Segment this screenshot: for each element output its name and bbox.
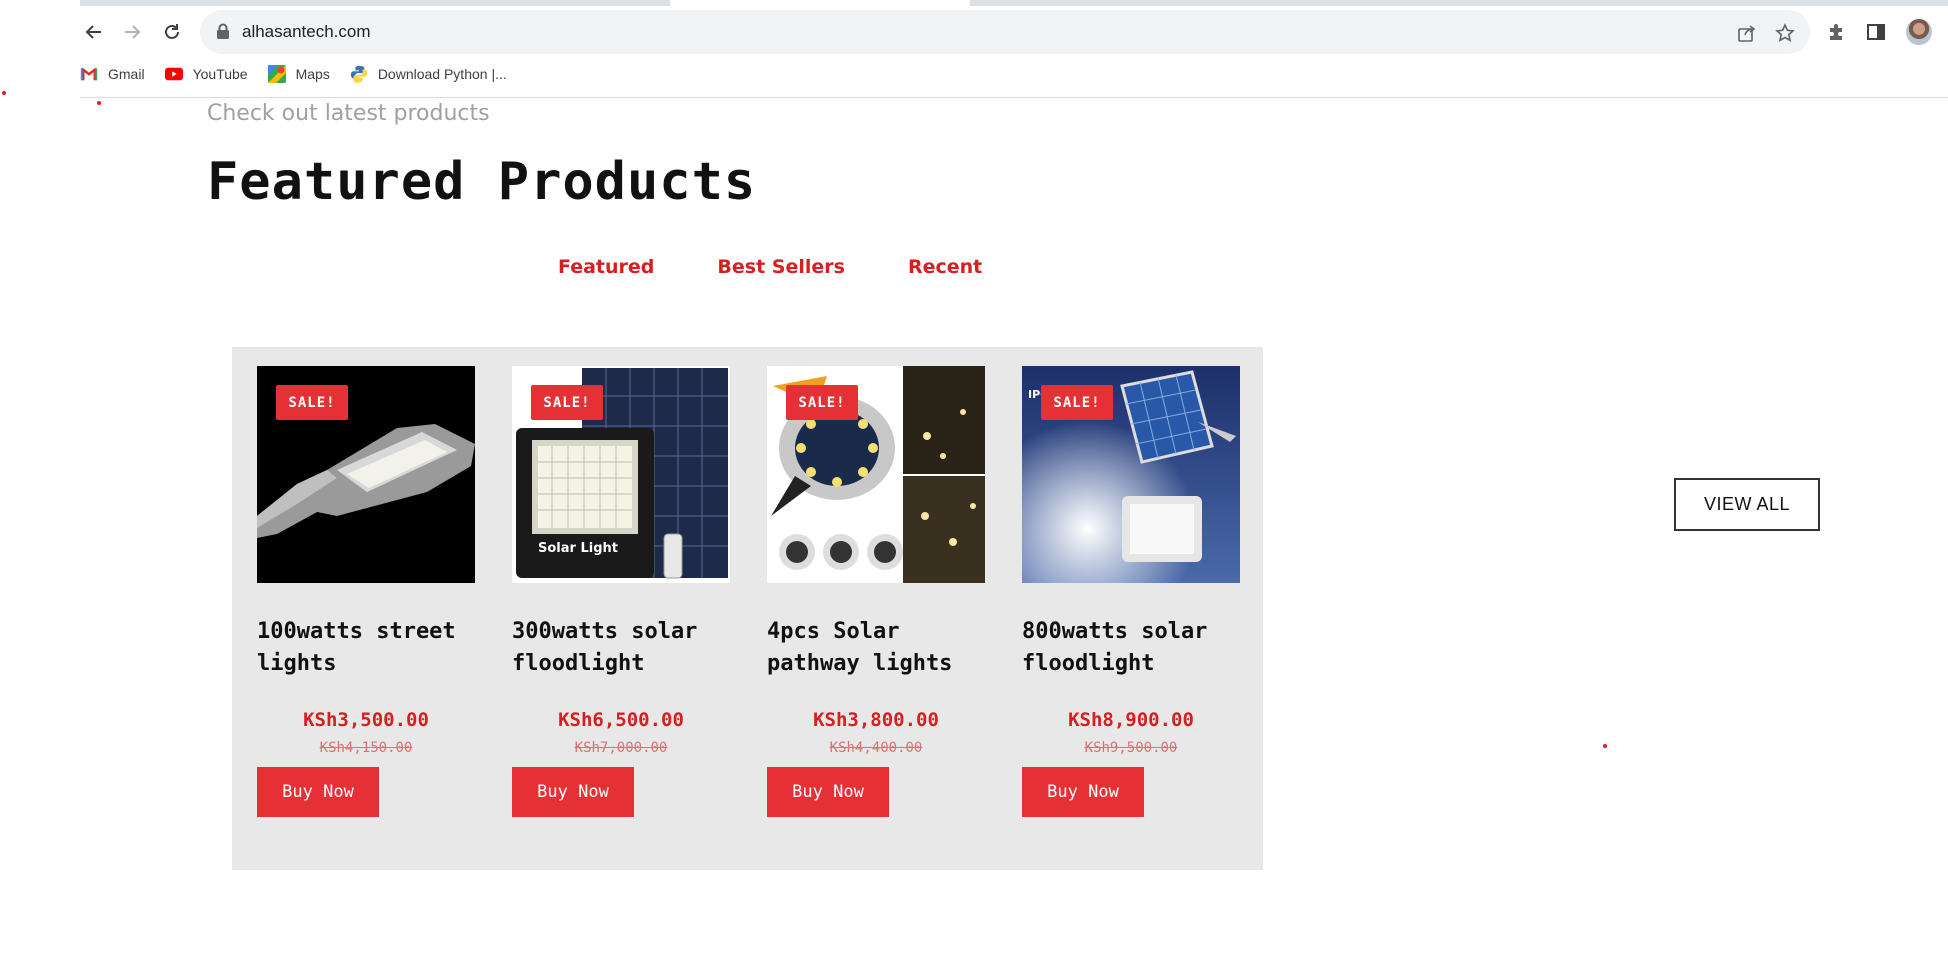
buy-now-button[interactable]: Buy Now [767,767,889,817]
maps-icon [267,65,286,83]
sale-badge: SALE! [276,385,348,420]
bookmark-gmail[interactable]: Gmail [80,65,145,83]
python-icon [350,65,368,83]
forward-icon[interactable] [118,18,146,46]
buy-now-button[interactable]: Buy Now [512,767,634,817]
rain-floodlight-image[interactable]: IP6 ROOF SALE! [1022,366,1240,583]
section-title: Featured Products [207,152,757,212]
bookmark-python[interactable]: Download Python |... [350,65,507,83]
back-icon[interactable] [80,18,108,46]
sale-badge: SALE! [531,385,603,420]
bookmark-label: Gmail [108,66,145,82]
sale-badge: SALE! [1041,385,1113,420]
view-all-button[interactable]: VIEW ALL [1674,478,1820,531]
side-panel-icon[interactable] [1864,20,1888,44]
product-name[interactable]: 800watts solar floodlight [1022,616,1240,680]
buy-now-button[interactable]: Buy Now [1022,767,1144,817]
product-price: KSh3,500.00 [303,709,429,731]
tab-best-sellers[interactable]: Best Sellers [717,256,845,278]
address-bar[interactable]: alhasantech.com [200,10,1810,54]
product-price: KSh6,500.00 [558,709,684,731]
solar-floodlight-image[interactable]: Solar Light SALE! [512,366,730,583]
bookmark-maps[interactable]: Maps [267,65,330,83]
tab-strip [80,0,1948,6]
sale-badge: SALE! [786,385,858,420]
red-dot-marker [2,91,6,95]
product-card: SALE! 100watts street lights KSh3,500.00… [257,366,475,817]
product-card: SALE! 4pcs Solar pathway lights KSh3,800… [767,366,985,817]
bookmark-label: Maps [295,66,330,82]
product-price: KSh3,800.00 [813,709,939,731]
image-caption: Solar Light [538,541,618,556]
reload-icon[interactable] [158,18,186,46]
product-name[interactable]: 100watts street lights [257,616,475,680]
bookmark-youtube[interactable]: YouTube [164,65,248,83]
product-name[interactable]: 4pcs Solar pathway lights [767,616,985,680]
url-text[interactable]: alhasantech.com [242,22,371,42]
bookmark-label: YouTube [192,66,248,82]
lock-icon[interactable] [216,23,230,45]
gmail-icon [80,65,98,83]
extensions-icon[interactable] [1824,20,1848,44]
browser-chrome: alhasantech.com Gmail YouTube Maps Downl… [0,0,1948,98]
product-old-price: KSh9,500.00 [1084,740,1178,756]
product-old-price: KSh4,400.00 [829,740,923,756]
product-price: KSh8,900.00 [1068,709,1194,731]
pathway-lights-image[interactable]: SALE! [767,366,985,583]
product-grid: SALE! 100watts street lights KSh3,500.00… [232,347,1263,870]
profile-avatar[interactable] [1906,19,1932,45]
youtube-icon [164,65,183,83]
street-light-image[interactable]: SALE! [257,366,475,583]
share-icon[interactable] [1736,22,1758,44]
section-subtitle: Check out latest products [207,101,490,126]
bookmark-label: Download Python |... [377,66,507,82]
red-dot-marker [97,101,101,105]
bookmarks-bar: Gmail YouTube Maps Download Python |... [80,62,527,86]
red-dot-marker [1603,744,1607,748]
buy-now-button[interactable]: Buy Now [257,767,379,817]
chrome-divider [80,97,1948,98]
product-old-price: KSh7,000.00 [574,740,668,756]
product-filter-tabs: Featured Best Sellers Recent [558,256,1045,278]
active-tab[interactable] [670,0,970,6]
tab-featured[interactable]: Featured [558,256,654,278]
product-card: Solar Light SALE! 300watts solar floodli… [512,366,730,817]
bookmark-star-icon[interactable] [1774,22,1796,44]
product-name[interactable]: 300watts solar floodlight [512,616,730,680]
product-old-price: KSh4,150.00 [319,740,413,756]
product-card: IP6 ROOF SALE! 800watts solar floodlight… [1022,366,1240,817]
tab-recent[interactable]: Recent [908,256,982,278]
browser-toolbar: alhasantech.com [80,10,1948,54]
